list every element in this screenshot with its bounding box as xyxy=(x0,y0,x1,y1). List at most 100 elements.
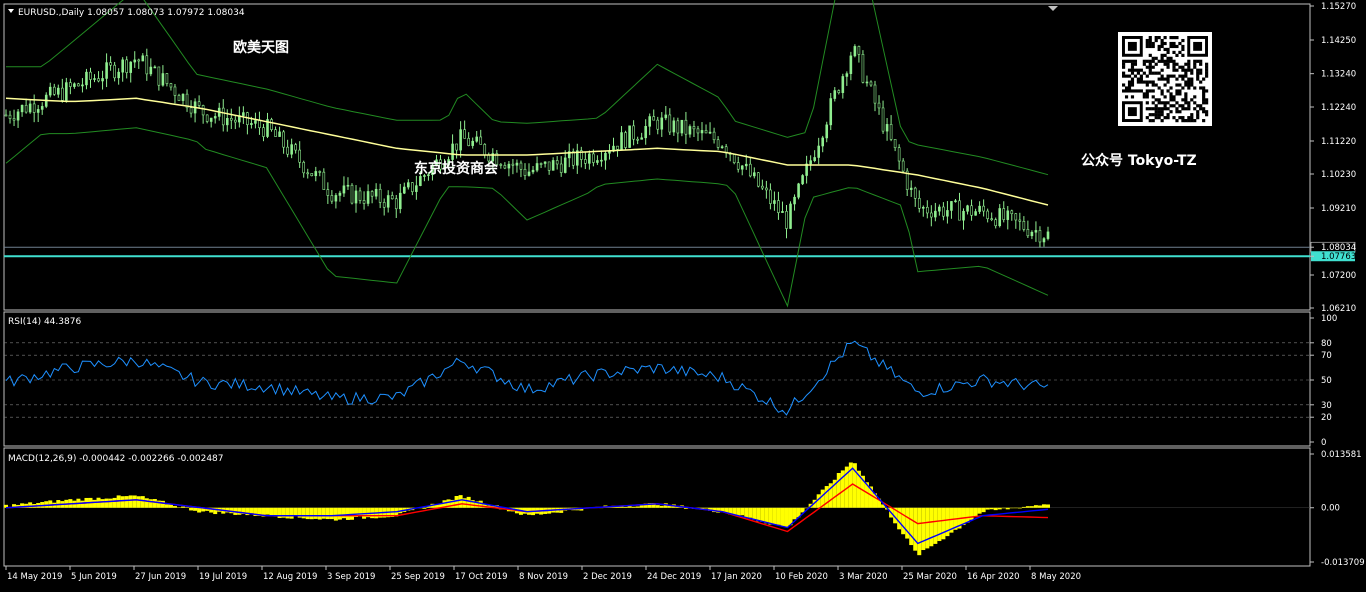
qr-module xyxy=(1184,80,1188,84)
macd-tick-label: -0.013709 xyxy=(1321,558,1365,568)
qr-module xyxy=(1139,74,1143,78)
macd-histogram-bar xyxy=(265,507,270,515)
candle-body xyxy=(97,78,100,82)
qr-module xyxy=(1175,36,1179,40)
qr-module xyxy=(1124,95,1129,99)
macd-histogram-bar xyxy=(229,507,234,514)
candle-body xyxy=(4,114,8,117)
qr-module xyxy=(1163,41,1167,46)
qr-module xyxy=(1151,83,1155,87)
candle-body xyxy=(825,124,829,139)
candle-body xyxy=(270,119,273,130)
candle-body xyxy=(909,187,913,190)
qr-module xyxy=(1151,101,1155,105)
candle-body xyxy=(221,107,225,126)
price-tick-label: 1.10230 xyxy=(1321,170,1356,180)
x-tick-label: 2 Dec 2019 xyxy=(583,572,632,582)
qr-module xyxy=(1172,116,1176,120)
x-tick-label: 16 Apr 2020 xyxy=(967,572,1020,582)
qr-module xyxy=(1148,107,1152,111)
macd-histogram-bar xyxy=(1033,505,1038,508)
candle-body xyxy=(16,111,20,121)
qr-module xyxy=(1184,101,1188,105)
candle-body xyxy=(757,172,760,187)
qr-module xyxy=(1187,116,1191,120)
macd-histogram-bar xyxy=(293,507,298,516)
price-tick-label: 1.12240 xyxy=(1321,103,1356,113)
qr-module xyxy=(1148,38,1152,43)
qr-module xyxy=(1160,89,1164,93)
qr-module xyxy=(1190,71,1194,75)
dropdown-triangle-icon[interactable] xyxy=(8,9,14,13)
candle-body xyxy=(934,210,937,218)
macd-histogram-bar xyxy=(917,507,922,556)
qr-module xyxy=(1169,95,1173,99)
qr-module xyxy=(1148,41,1152,46)
price-tick-label: 1.11220 xyxy=(1321,137,1356,147)
candle-body xyxy=(189,107,193,114)
qr-module xyxy=(1184,68,1188,72)
qr-module xyxy=(1145,59,1149,63)
candle-body xyxy=(861,54,865,83)
qr-module xyxy=(1127,83,1132,87)
qr-module xyxy=(1166,65,1170,69)
qr-module xyxy=(1193,95,1197,99)
macd-histogram-bar xyxy=(44,501,49,508)
macd-histogram-bar xyxy=(1017,507,1022,509)
candle-body xyxy=(65,82,68,101)
rsi-tick-label: 70 xyxy=(1321,351,1332,361)
macd-histogram-bar xyxy=(764,507,769,524)
qr-module xyxy=(1199,59,1203,63)
candle-body xyxy=(531,169,535,173)
rsi-panel[interactable] xyxy=(4,340,1310,418)
moving-average-line xyxy=(5,97,1049,206)
candle-body xyxy=(306,172,310,175)
price-tick-label: 1.13240 xyxy=(1321,70,1356,80)
candle-body xyxy=(346,184,350,187)
macd-tick-label: 0.00 xyxy=(1321,504,1340,514)
candle-body xyxy=(954,200,957,203)
qr-module xyxy=(1181,107,1185,111)
qr-module xyxy=(1202,89,1206,93)
qr-module xyxy=(1148,113,1152,117)
candle-body xyxy=(322,171,326,190)
candle-body xyxy=(475,136,479,142)
rsi-tick-label: 80 xyxy=(1321,339,1332,349)
qr-module xyxy=(1127,86,1132,90)
macd-histogram-bar xyxy=(345,507,350,520)
macd-histogram-bar xyxy=(989,507,994,510)
qr-module xyxy=(1122,74,1126,78)
qr-module xyxy=(1196,71,1200,75)
qr-module xyxy=(1184,71,1188,75)
candle-body xyxy=(777,200,780,213)
qr-module xyxy=(1172,44,1176,49)
scroll-marker-icon[interactable] xyxy=(1048,6,1058,11)
candle-body xyxy=(592,153,595,163)
candle-body xyxy=(52,86,56,95)
price-tick-label: 1.14250 xyxy=(1321,36,1356,46)
qr-module xyxy=(1181,47,1185,52)
candle-body xyxy=(402,186,406,194)
candle-body xyxy=(555,160,559,165)
qr-module xyxy=(1187,119,1191,123)
trading-chart-window[interactable]: 1.15270 1.14250 1.13240 1.12240 1.11220 1.102… xyxy=(0,0,1366,588)
macd-panel[interactable] xyxy=(4,462,1310,556)
qr-module xyxy=(1166,77,1170,81)
qr-module xyxy=(1154,71,1158,75)
macd-label: MACD(12,26,9) -0.000442 -0.002266 -0.002… xyxy=(8,454,224,464)
qr-module xyxy=(1187,107,1191,111)
macd-histogram-bar xyxy=(836,472,841,508)
candle-body xyxy=(173,86,177,96)
qr-module xyxy=(1193,107,1197,111)
qr-module xyxy=(1178,41,1182,46)
candle-body xyxy=(527,171,531,176)
macd-tick-label: 0.013581 xyxy=(1321,450,1362,460)
candle-body xyxy=(716,139,720,148)
macd-histogram-bar xyxy=(422,507,427,509)
rsi-tick-label: 20 xyxy=(1321,413,1332,423)
qr-module xyxy=(1148,71,1152,75)
qr-module xyxy=(1163,83,1167,87)
candle-body xyxy=(958,200,961,221)
qr-module xyxy=(1157,110,1161,114)
qr-module xyxy=(1166,62,1170,66)
